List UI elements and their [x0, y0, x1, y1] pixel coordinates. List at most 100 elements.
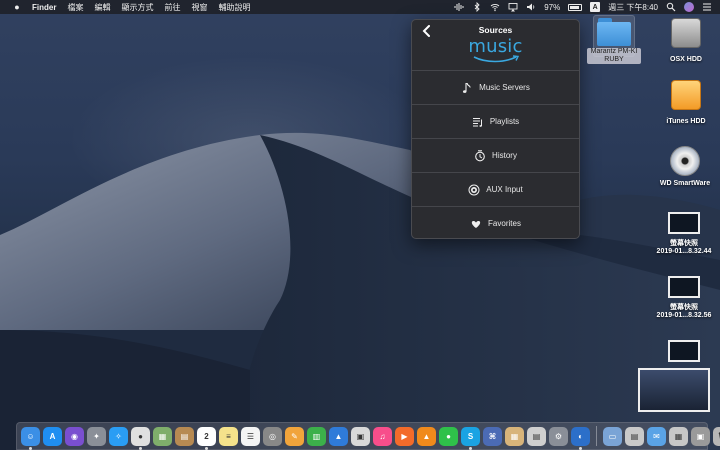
cd-disc-icon	[670, 146, 700, 176]
dock-photos-stack-icon[interactable]: ▣	[691, 426, 710, 446]
desktop-screenshot-3[interactable]	[666, 340, 702, 362]
source-history[interactable]: History	[412, 138, 579, 172]
input-method-label: A	[590, 2, 601, 12]
menu-app-name[interactable]: Finder	[32, 3, 56, 12]
dock-vlc-icon[interactable]: ▲	[417, 426, 436, 446]
dock-skype-icon[interactable]: S	[461, 426, 480, 450]
desktop-screenshot-2-label-1: 螢幕快照	[670, 304, 698, 311]
apple-logo-icon[interactable]: ●	[10, 2, 24, 12]
dock-preview-icon[interactable]: ▦	[153, 426, 172, 446]
volume-icon[interactable]	[526, 2, 536, 12]
aux-input-icon	[468, 184, 480, 195]
menu-help[interactable]: 輔助說明	[218, 2, 250, 13]
source-history-label: History	[492, 151, 517, 160]
notification-center-icon[interactable]	[702, 2, 712, 12]
menu-go[interactable]: 前往	[164, 2, 180, 13]
external-drive-icon	[671, 80, 701, 110]
audio-source-icon[interactable]	[454, 2, 464, 12]
dock-itunes-icon[interactable]: ♫	[373, 426, 392, 446]
screenshot-preview-thumbnail[interactable]	[638, 368, 710, 412]
dock-documents-stack-icon[interactable]: ▦	[669, 426, 688, 446]
dock-archive-icon[interactable]: ▦	[505, 426, 524, 446]
dock-launchpad-icon[interactable]: ✦	[87, 426, 106, 446]
dock-numbers-icon[interactable]: ▥	[307, 426, 326, 446]
dock-system-preferences-icon[interactable]: ⚙	[549, 426, 568, 446]
dock-notes-icon[interactable]: ≡	[219, 426, 238, 446]
menu-clock[interactable]: 週三 下午8:40	[608, 2, 658, 13]
desktop-disk-itunes-hdd[interactable]: iTunes HDD	[660, 80, 712, 126]
menu-window[interactable]: 視窗	[191, 2, 207, 13]
dock-text-editor-icon[interactable]: ▤	[527, 426, 546, 446]
amazon-music-logo: music	[412, 36, 579, 63]
source-favorites-label: Favorites	[488, 219, 521, 228]
heart-icon	[471, 220, 481, 228]
dock-photo-icon[interactable]: ▣	[351, 426, 370, 446]
dock-chrome-icon[interactable]: ●	[131, 426, 150, 450]
sources-popup-header: Sources music	[412, 20, 579, 70]
dock-calendar-icon[interactable]: 2	[197, 426, 216, 450]
airplay-icon[interactable]	[508, 2, 518, 12]
screenshot-thumbnail-icon	[668, 340, 700, 362]
dune-landscape	[0, 132, 720, 450]
dock-finder-icon[interactable]: ☺	[21, 426, 40, 450]
dock-trash-icon[interactable]: 🗑	[713, 426, 720, 446]
music-note-icon	[463, 82, 471, 93]
desktop-screenshot-2[interactable]: 螢幕快照 2019-01...8.32.56	[648, 276, 720, 320]
source-playlists-label: Playlists	[489, 117, 520, 126]
dock-infuse-icon[interactable]: ▶	[395, 426, 414, 446]
bluetooth-icon[interactable]	[472, 2, 482, 12]
desktop-wallpaper	[0, 0, 720, 450]
source-favorites[interactable]: Favorites	[412, 206, 579, 238]
desktop-folder-marantz-label: Marantz PM-KI RUBY	[587, 48, 641, 64]
hard-drive-icon	[671, 18, 701, 48]
sources-popup: Sources music Music Servers Playlists Hi…	[411, 19, 580, 239]
desktop-folder-marantz[interactable]: Marantz PM-KI RUBY	[586, 18, 642, 64]
input-method-icon[interactable]: A	[590, 2, 601, 12]
playlist-icon	[472, 117, 482, 127]
menu-bar: ● Finder 檔案 編輯 顯示方式 前往 視窗 輔助說明 97% A 週三 …	[0, 0, 720, 14]
user-avatar-icon[interactable]	[684, 2, 694, 12]
desktop-disk-osx-hdd-label: OSX HDD	[670, 56, 702, 63]
dock-downloads-stack-icon[interactable]: ▤	[625, 426, 644, 446]
dock-music-control-icon[interactable]: ◐	[571, 426, 590, 450]
wifi-icon[interactable]	[490, 2, 500, 12]
dock-pages-icon[interactable]: ✎	[285, 426, 304, 446]
menu-file[interactable]: 檔案	[67, 2, 83, 13]
dock-safari-icon[interactable]: ✧	[109, 426, 128, 446]
sources-title: Sources	[478, 25, 513, 35]
menu-edit[interactable]: 編輯	[94, 2, 110, 13]
menu-view[interactable]: 顯示方式	[121, 2, 153, 13]
music-logo-text: music	[468, 36, 523, 57]
dock: ☺A◉✦✧●▦▤2≡☰◎✎▥▲▣♫▶▲●S⌘▦▤⚙◐▭▤✉▦▣🗑	[16, 422, 720, 450]
desktop-screenshot-1-label-2: 2019-01...8.32.44	[656, 248, 712, 255]
dock-mail-stack-icon[interactable]: ✉	[647, 426, 666, 446]
dock-siri-icon[interactable]: ◉	[65, 426, 84, 446]
dock-keynote-icon[interactable]: ▲	[329, 426, 348, 446]
battery-icon[interactable]	[568, 3, 583, 11]
source-aux-input-label: AUX Input	[486, 185, 523, 194]
dock-reminders-icon[interactable]: ☰	[241, 426, 260, 446]
source-music-servers[interactable]: Music Servers	[412, 70, 579, 104]
desktop-screenshot-1[interactable]: 螢幕快照 2019-01...8.32.44	[648, 212, 720, 256]
desktop-screenshot-2-label-2: 2019-01...8.32.56	[656, 312, 712, 319]
spotlight-search-icon[interactable]	[666, 2, 676, 12]
desktop-screenshot-1-label-1: 螢幕快照	[670, 240, 698, 247]
desktop-disk-wd-smartware[interactable]: WD SmartWare	[652, 146, 718, 188]
screenshot-thumbnail-icon	[668, 276, 700, 298]
dock-separator	[596, 426, 597, 446]
dock-notefile-icon[interactable]: ▤	[175, 426, 194, 446]
desktop-disk-itunes-hdd-label: iTunes HDD	[666, 118, 706, 125]
battery-percent[interactable]: 97%	[544, 3, 560, 12]
history-icon	[475, 149, 485, 161]
source-aux-input[interactable]: AUX Input	[412, 172, 579, 206]
desktop-disk-wd-smartware-label: WD SmartWare	[659, 180, 711, 187]
screenshot-thumbnail-icon	[668, 212, 700, 234]
desktop-disk-osx-hdd[interactable]: OSX HDD	[660, 18, 712, 64]
dock-line-icon[interactable]: ●	[439, 426, 458, 446]
dock-image-capture-icon[interactable]: ▭	[603, 426, 622, 446]
dock-screenshot-icon[interactable]: ◎	[263, 426, 282, 446]
source-playlists[interactable]: Playlists	[412, 104, 579, 138]
dock-app-store-icon[interactable]: A	[43, 426, 62, 446]
dock-script-icon[interactable]: ⌘	[483, 426, 502, 446]
folder-icon	[596, 18, 632, 46]
